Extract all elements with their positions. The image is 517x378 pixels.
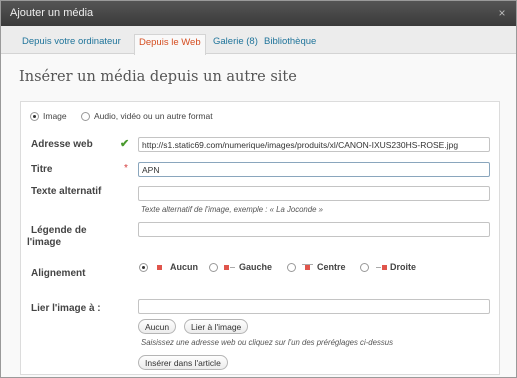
align-left-radio[interactable]	[209, 263, 218, 272]
tab-gallery[interactable]: Galerie (8)	[213, 36, 258, 47]
align-none-icon	[154, 264, 165, 271]
align-center-icon	[302, 264, 313, 271]
align-right-icon	[376, 264, 387, 271]
media-type-other-label[interactable]: Audio, vidéo ou un autre format	[94, 111, 213, 121]
link-label: Lier l'image à :	[31, 303, 101, 314]
align-center-radio[interactable]	[287, 263, 296, 272]
title-input[interactable]: APN	[138, 162, 490, 177]
media-type-image-label[interactable]: Image	[43, 111, 67, 121]
checkmark-icon: ✔	[120, 138, 130, 150]
align-right-label[interactable]: Droite	[390, 262, 416, 272]
link-hint: Saisissez une adresse web ou cliquez sur…	[141, 338, 393, 347]
align-none-label[interactable]: Aucun	[170, 262, 198, 272]
align-left-icon	[224, 264, 235, 271]
align-center-label[interactable]: Centre	[317, 262, 346, 272]
caption-input[interactable]	[138, 222, 490, 237]
caption-label-line2: l'image	[27, 237, 62, 248]
url-input[interactable]: http://s1.static69.com/numerique/images/…	[138, 137, 490, 152]
page-title: Insérer un média depuis un autre site	[19, 69, 297, 85]
link-to-image-button[interactable]: Lier à l'image	[184, 319, 249, 334]
dialog-title: Ajouter un média	[10, 7, 94, 19]
tab-from-computer[interactable]: Depuis votre ordinateur	[22, 36, 121, 47]
add-media-dialog: Ajouter un média × Depuis votre ordinate…	[0, 0, 517, 378]
link-none-button[interactable]: Aucun	[138, 319, 177, 334]
align-right-radio[interactable]	[360, 263, 369, 272]
required-asterisk: *	[124, 163, 128, 174]
link-input[interactable]	[138, 299, 490, 314]
media-tabs: Depuis votre ordinateur Depuis le Web Ga…	[1, 26, 516, 55]
title-label: Titre	[31, 164, 53, 175]
alignment-label: Alignement	[31, 268, 86, 279]
align-left-label[interactable]: Gauche	[239, 262, 272, 272]
close-icon[interactable]: ×	[495, 6, 509, 20]
dialog-titlebar: Ajouter un média ×	[1, 1, 516, 26]
alt-text-label: Texte alternatif	[31, 186, 102, 197]
url-form: Image Audio, vidéo ou un autre format Ad…	[20, 101, 500, 375]
media-type-other-radio[interactable]	[81, 112, 90, 121]
insert-into-post-button[interactable]: Insérer dans l'article	[138, 355, 228, 370]
tab-library[interactable]: Bibliothèque	[264, 36, 316, 47]
tab-from-web[interactable]: Depuis le Web	[134, 34, 206, 55]
align-none-radio[interactable]	[139, 263, 148, 272]
url-label: Adresse web	[31, 139, 93, 150]
alt-text-input[interactable]	[138, 186, 490, 201]
media-type-image-radio[interactable]	[30, 112, 39, 121]
caption-label-line1: Légende de	[31, 225, 87, 236]
alt-text-hint: Texte alternatif de l'image, exemple : «…	[141, 205, 323, 214]
